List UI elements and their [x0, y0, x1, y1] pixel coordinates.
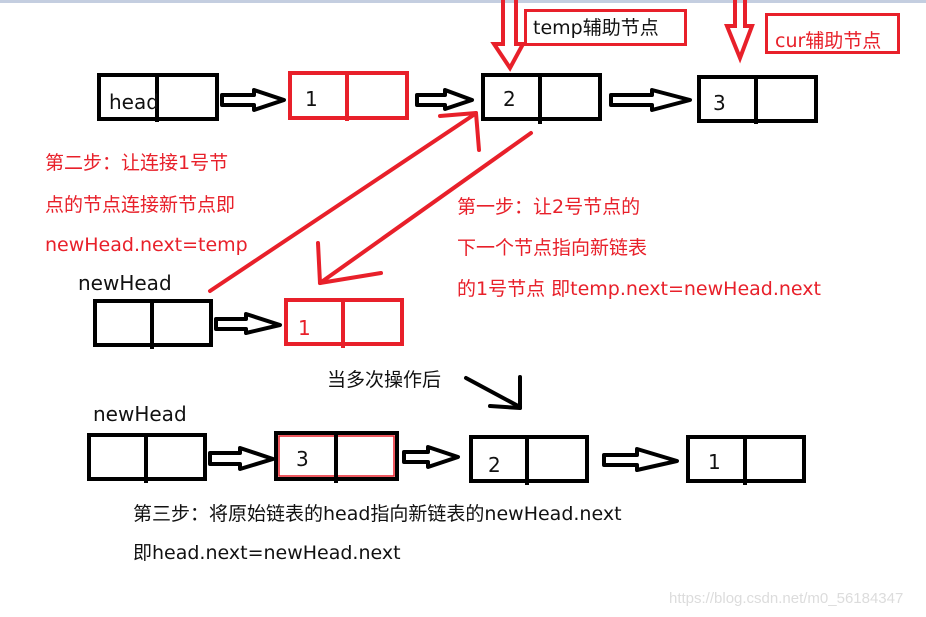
block-arrow-final-3-to-2 — [402, 445, 460, 469]
node-2-original — [481, 73, 602, 124]
after-many-label: 当多次操作后 — [327, 369, 442, 391]
node-3-final-value: 3 — [296, 447, 309, 471]
node-3-original-value: 3 — [713, 91, 726, 115]
watermark: https://blog.csdn.net/m0_56184347 — [669, 590, 904, 607]
temp-helper-box: temp辅助节点 — [524, 9, 687, 46]
block-arrow-1-to-2 — [415, 88, 474, 111]
newhead-label-final: newHead — [93, 402, 187, 426]
newhead-label-partial: newHead — [78, 271, 172, 295]
step3-line-1: 第三步：将原始链表的head指向新链表的newHead.next — [133, 503, 622, 525]
after-many-arrow — [464, 375, 522, 410]
cur-pointer-arrow — [724, 0, 755, 64]
step1-line-2: 下一个节点指向新链表 — [457, 237, 648, 259]
node-1-final — [686, 435, 806, 485]
block-arrow-final-newhead-to-3 — [208, 446, 275, 471]
block-arrow-final-2-to-1 — [602, 447, 679, 472]
step2-line-3: newHead.next=temp — [45, 234, 248, 256]
block-arrow-2-to-3 — [609, 88, 692, 112]
node-newhead-final — [87, 433, 207, 483]
node-1-original-value: 1 — [305, 87, 318, 111]
step1-line-1: 第一步：让2号节点的 — [457, 196, 641, 218]
cur-helper-label: cur辅助节点 — [775, 30, 882, 52]
node-2-final-value: 2 — [488, 453, 501, 477]
block-arrow-head-to-1 — [220, 88, 286, 112]
node-3-final — [274, 431, 399, 483]
node-1-new-value: 1 — [298, 316, 311, 340]
node-1-final-value: 1 — [708, 450, 721, 474]
step2-line-2: 点的节点连接新节点即 — [45, 194, 236, 216]
temp-helper-label: temp辅助节点 — [533, 17, 659, 39]
node-newhead-partial — [93, 299, 213, 349]
step3-line-2: 即head.next=newHead.next — [133, 542, 401, 564]
cur-helper-box: cur辅助节点 — [765, 13, 900, 54]
step2-line-1: 第二步：让连接1号节 — [45, 152, 229, 174]
block-arrow-newhead-to-1 — [214, 312, 282, 335]
node-2-original-value: 2 — [503, 87, 516, 111]
temp-pointer-arrow — [490, 0, 527, 72]
head-label: head — [109, 90, 159, 114]
step1-line-3: 的1号节点 即temp.next=newHead.next — [457, 278, 821, 300]
